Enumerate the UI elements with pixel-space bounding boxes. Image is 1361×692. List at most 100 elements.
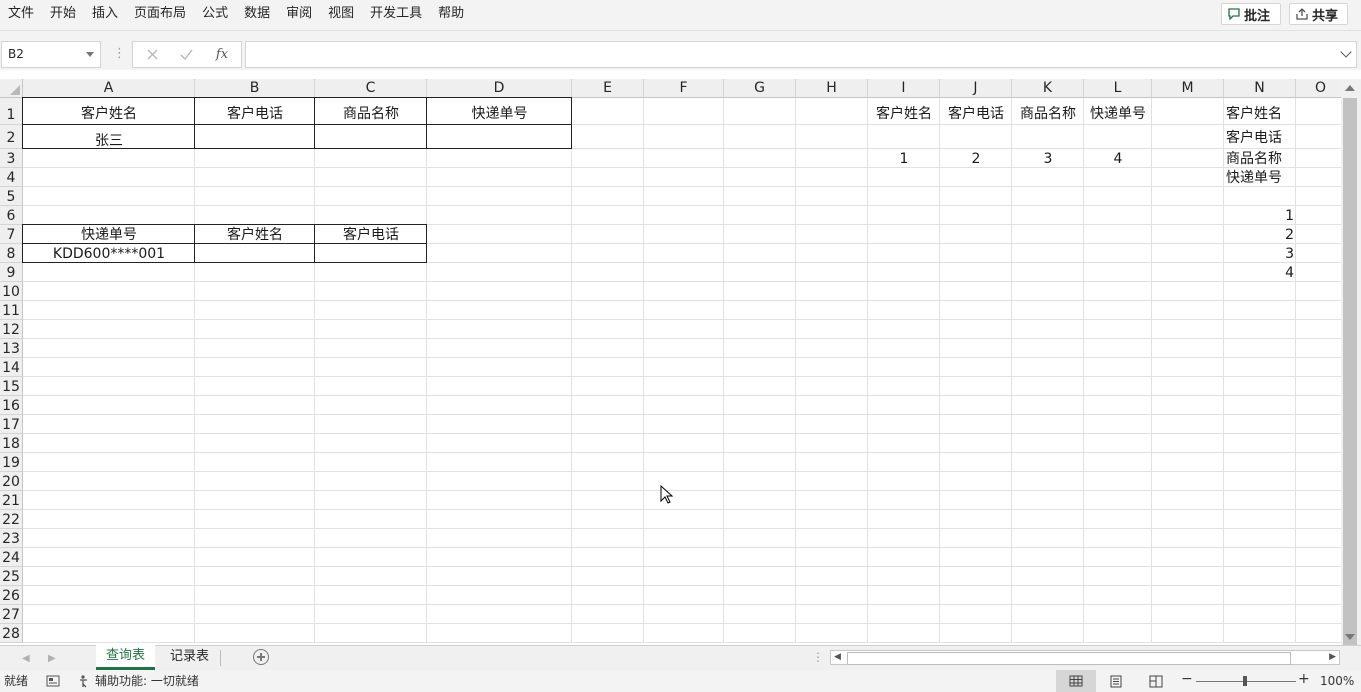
row-header-11[interactable]: 11	[0, 301, 23, 320]
row-header-3[interactable]: 3	[0, 149, 23, 168]
row-header-1[interactable]: 1	[0, 98, 23, 125]
row-header-13[interactable]: 13	[0, 339, 23, 358]
scroll-down-icon[interactable]	[1345, 634, 1355, 640]
row-header-28[interactable]: 28	[0, 624, 23, 643]
cell-N2[interactable]: 客户电话	[1224, 125, 1296, 149]
add-sheet-icon[interactable]	[253, 649, 269, 665]
row-header-12[interactable]: 12	[0, 320, 23, 339]
cell-N3[interactable]: 商品名称	[1224, 149, 1296, 168]
column-header-O[interactable]: O	[1296, 79, 1341, 98]
zoom-in-button[interactable]: +	[1298, 672, 1310, 686]
function-icon[interactable]: fx	[209, 42, 235, 67]
tab-split-handle[interactable]: ⋮	[812, 650, 824, 664]
tab-next-icon[interactable]: ▶	[48, 653, 56, 664]
row-header-19[interactable]: 19	[0, 453, 23, 472]
column-header-M[interactable]: M	[1152, 79, 1224, 98]
cell-I3[interactable]: 1	[868, 149, 940, 168]
row-header-27[interactable]: 27	[0, 605, 23, 624]
page-layout-icon[interactable]	[1109, 675, 1123, 688]
page-break-icon[interactable]	[1149, 675, 1163, 688]
menu-item-6[interactable]: 审阅	[278, 0, 320, 30]
row-header-14[interactable]: 14	[0, 358, 23, 377]
column-header-B[interactable]: B	[195, 79, 315, 98]
cell-C7[interactable]: 客户电话	[315, 225, 427, 244]
tab-prev-icon[interactable]: ◀	[22, 653, 30, 664]
chevron-down-icon[interactable]	[86, 52, 94, 57]
column-header-K[interactable]: K	[1012, 79, 1084, 98]
horizontal-scrollbar[interactable]: ◀ ▶	[830, 650, 1340, 665]
row-header-21[interactable]: 21	[0, 491, 23, 510]
row-header-2[interactable]: 2	[0, 125, 23, 149]
row-header-6[interactable]: 6	[0, 206, 23, 225]
row-header-9[interactable]: 9	[0, 263, 23, 282]
normal-view-button[interactable]	[1056, 670, 1096, 692]
cell-A7[interactable]: 快递单号	[23, 225, 195, 244]
formula-input[interactable]	[245, 41, 1357, 68]
cell-N7[interactable]: 2	[1224, 225, 1296, 244]
accessibility-status[interactable]: 辅助功能: 一切就绪	[95, 674, 199, 688]
zoom-level[interactable]: 100%	[1320, 674, 1354, 688]
menu-item-0[interactable]: 文件	[0, 0, 42, 30]
cell-B7[interactable]: 客户姓名	[195, 225, 315, 244]
cell-L3[interactable]: 4	[1084, 149, 1152, 168]
menu-item-2[interactable]: 插入	[84, 0, 126, 30]
column-header-J[interactable]: J	[940, 79, 1012, 98]
cell-N9[interactable]: 4	[1224, 263, 1296, 282]
menu-item-7[interactable]: 视图	[320, 0, 362, 30]
accessibility-icon[interactable]	[78, 674, 92, 688]
column-header-I[interactable]: I	[868, 79, 940, 98]
cancel-icon[interactable]	[139, 42, 165, 67]
horizontal-scroll-thumb[interactable]	[847, 652, 1291, 665]
enter-icon[interactable]	[173, 42, 199, 67]
cell-C1[interactable]: 商品名称	[315, 98, 427, 125]
row-header-20[interactable]: 20	[0, 472, 23, 491]
sheet-tab-records[interactable]: 记录表	[160, 646, 219, 668]
row-header-18[interactable]: 18	[0, 434, 23, 453]
cell-N8[interactable]: 3	[1224, 244, 1296, 263]
menu-item-9[interactable]: 帮助	[430, 0, 472, 30]
cell-K1[interactable]: 商品名称	[1012, 98, 1084, 125]
menu-item-5[interactable]: 数据	[236, 0, 278, 30]
zoom-out-button[interactable]: −	[1181, 672, 1193, 686]
column-header-N[interactable]: N	[1224, 79, 1296, 98]
cell-N1[interactable]: 客户姓名	[1224, 98, 1296, 125]
comments-button[interactable]: 批注	[1221, 3, 1281, 25]
cell-J3[interactable]: 2	[940, 149, 1012, 168]
name-box[interactable]: B2	[1, 41, 101, 68]
row-header-23[interactable]: 23	[0, 529, 23, 548]
vertical-scrollbar[interactable]	[1341, 79, 1361, 688]
row-header-8[interactable]: 8	[0, 244, 23, 263]
column-header-E[interactable]: E	[572, 79, 644, 98]
cell-N4[interactable]: 快递单号	[1224, 168, 1296, 187]
row-header-25[interactable]: 25	[0, 567, 23, 586]
row-header-24[interactable]: 24	[0, 548, 23, 567]
row-header-5[interactable]: 5	[0, 187, 23, 206]
row-header-10[interactable]: 10	[0, 282, 23, 301]
vertical-scroll-thumb[interactable]	[1343, 98, 1357, 688]
menu-item-1[interactable]: 开始	[42, 0, 84, 30]
row-header-4[interactable]: 4	[0, 168, 23, 187]
row-header-17[interactable]: 17	[0, 415, 23, 434]
column-header-C[interactable]: C	[315, 79, 427, 98]
scroll-left-icon[interactable]: ◀	[834, 652, 841, 662]
cell-A2[interactable]: 张三	[23, 125, 195, 149]
zoom-slider-thumb[interactable]	[1243, 676, 1247, 686]
menu-item-3[interactable]: 页面布局	[126, 0, 194, 30]
cell-A1[interactable]: 客户姓名	[23, 98, 195, 125]
macro-icon[interactable]	[46, 675, 60, 687]
scroll-right-icon[interactable]: ▶	[1329, 652, 1336, 662]
cell-I1[interactable]: 客户姓名	[868, 98, 940, 125]
column-header-A[interactable]: A	[23, 79, 195, 98]
column-header-F[interactable]: F	[644, 79, 724, 98]
expand-formula-icon[interactable]	[1340, 46, 1352, 58]
cell-D1[interactable]: 快递单号	[427, 98, 572, 125]
cell-K3[interactable]: 3	[1012, 149, 1084, 168]
column-header-G[interactable]: G	[724, 79, 796, 98]
row-header-26[interactable]: 26	[0, 586, 23, 605]
cell-J1[interactable]: 客户电话	[940, 98, 1012, 125]
column-header-D[interactable]: D	[427, 79, 572, 98]
row-header-15[interactable]: 15	[0, 377, 23, 396]
cell-A8[interactable]: KDD600****001	[23, 244, 195, 263]
menu-item-4[interactable]: 公式	[194, 0, 236, 30]
formula-bar-resize-handle[interactable]: ⋮	[113, 46, 126, 62]
